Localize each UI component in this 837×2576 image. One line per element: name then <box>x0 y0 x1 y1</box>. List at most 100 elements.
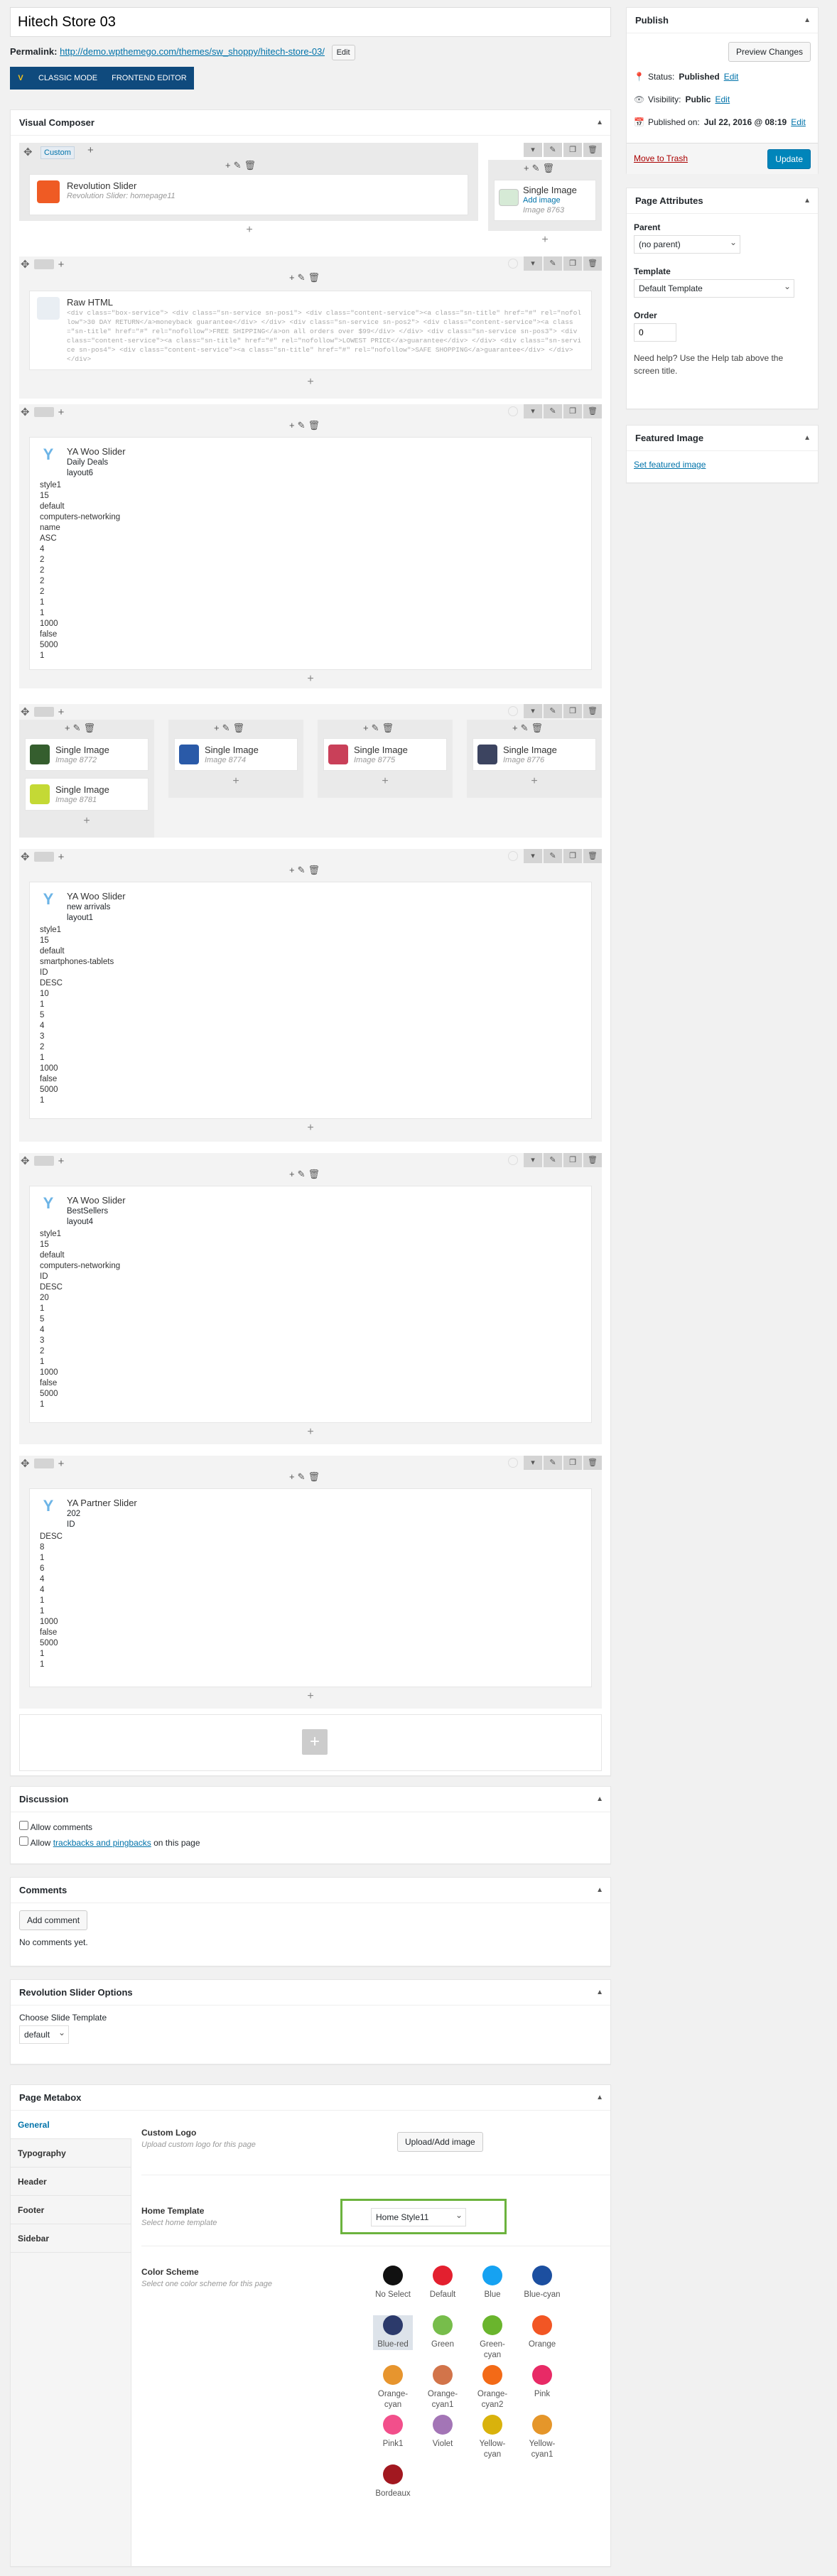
publish-header[interactable]: Publish ▲ <box>627 8 818 33</box>
add-image-link[interactable]: Add image <box>523 196 561 205</box>
add-column-icon[interactable]: + <box>58 851 65 863</box>
upload-image-button[interactable]: Upload/Add image <box>397 2132 483 2152</box>
color-option[interactable]: Orange-cyan1 <box>423 2365 463 2410</box>
slide-template-select[interactable]: default <box>19 2024 69 2044</box>
collapse-icon[interactable]: ▲ <box>596 1980 603 2006</box>
column-controls[interactable]: +✎🗑 <box>289 1471 323 1483</box>
parent-select[interactable]: (no parent) <box>634 234 740 254</box>
single-image-element[interactable]: Single Image Image 8781 <box>25 778 148 811</box>
add-element-icon[interactable]: + <box>305 1690 316 1703</box>
classic-mode-button[interactable]: CLASSIC MODE <box>31 67 105 90</box>
tab-header[interactable]: Header <box>11 2168 131 2196</box>
collapse-icon[interactable]: ▲ <box>596 110 603 136</box>
clone-row-icon[interactable]: ❐ <box>563 1456 582 1470</box>
ya-woo-slider-element[interactable]: Y YA Woo Slider new arrivals layout1 sty… <box>29 882 592 1119</box>
collapse-icon[interactable]: ▲ <box>596 2085 603 2111</box>
color-option[interactable]: Orange-cyan2 <box>472 2365 512 2410</box>
metabox-header[interactable]: Page Metabox ▲ <box>11 2085 610 2111</box>
move-icon[interactable]: ✥ <box>21 1154 30 1167</box>
single-image-element[interactable]: Single Image Image 8774 <box>174 738 298 771</box>
row-layout-icon[interactable] <box>33 259 54 269</box>
column-controls[interactable]: +✎🗑 <box>363 723 396 734</box>
row-toggle[interactable] <box>508 851 518 861</box>
tab-typography[interactable]: Typography <box>11 2139 131 2168</box>
clone-row-icon[interactable]: ❐ <box>563 849 582 863</box>
edit-row-icon[interactable]: ✎ <box>544 704 562 718</box>
edit-row-icon[interactable]: ✎ <box>544 1456 562 1470</box>
color-option[interactable]: Orange <box>522 2315 562 2350</box>
template-select[interactable]: Default Template <box>634 278 794 298</box>
column-controls[interactable]: +✎🗑 <box>289 865 323 876</box>
delete-row-icon[interactable]: 🗑 <box>583 404 602 418</box>
row-toggle[interactable] <box>508 1155 518 1165</box>
add-element-icon[interactable]: + <box>305 1122 316 1135</box>
add-element-icon[interactable]: + <box>244 224 255 237</box>
row-layout-icon[interactable] <box>33 1156 54 1166</box>
delete-row-icon[interactable]: 🗑 <box>583 704 602 718</box>
ya-partner-slider-element[interactable]: Y YA Partner Slider 202 ID DESC 8 1 6 4 4 1 1 10… <box>29 1488 592 1687</box>
color-option[interactable]: Green-cyan <box>472 2315 512 2361</box>
row-dropdown-icon[interactable]: ▾ <box>524 704 542 718</box>
clone-row-icon[interactable]: ❐ <box>563 704 582 718</box>
delete-row-icon[interactable]: 🗑 <box>583 256 602 271</box>
discussion-header[interactable]: Discussion ▲ <box>11 1787 610 1812</box>
clone-row-icon[interactable]: ❐ <box>563 1153 582 1167</box>
row-layout-icon[interactable] <box>33 407 54 417</box>
status-edit-link[interactable]: Edit <box>724 72 739 82</box>
tab-general[interactable]: General <box>11 2111 131 2139</box>
color-option[interactable]: Green <box>423 2315 463 2350</box>
edit-row-icon[interactable]: ✎ <box>544 256 562 271</box>
visual-composer-header[interactable]: Visual Composer ▲ <box>11 110 610 136</box>
update-button[interactable]: Update <box>767 149 811 169</box>
single-image-element[interactable]: Single Image Image 8776 <box>472 738 596 771</box>
allow-pingbacks-checkbox[interactable] <box>19 1836 28 1846</box>
column-controls[interactable]: +✎🗑 <box>225 160 259 171</box>
add-element-icon[interactable]: + <box>539 234 551 247</box>
ya-woo-slider-element[interactable]: Y YA Woo Slider BestSellers layout4 styl… <box>29 1186 592 1423</box>
permalink-link[interactable]: http://demo.wpthemego.com/themes/sw_shop… <box>60 46 325 57</box>
row-toggle[interactable] <box>508 259 518 269</box>
row-dropdown-icon[interactable]: ▾ <box>524 1153 542 1167</box>
delete-row-icon[interactable]: 🗑 <box>583 143 602 157</box>
color-option[interactable]: Yellow-cyan1 <box>522 2415 562 2460</box>
add-element-icon[interactable]: + <box>81 815 92 828</box>
row-layout-icon[interactable] <box>33 707 54 717</box>
revolution-slider-element[interactable]: Revolution Slider Revolution Slider: hom… <box>29 174 468 215</box>
clone-row-icon[interactable]: ❐ <box>563 404 582 418</box>
delete-row-icon[interactable]: 🗑 <box>583 849 602 863</box>
color-option[interactable]: Default <box>423 2266 463 2300</box>
add-column-icon[interactable]: + <box>58 259 65 271</box>
frontend-editor-button[interactable]: FRONTEND EDITOR <box>104 67 194 90</box>
raw-html-element[interactable]: Raw HTML <div class="box-service"> <div … <box>29 291 592 370</box>
collapse-icon[interactable]: ▲ <box>804 8 811 33</box>
row-dropdown-icon[interactable]: ▾ <box>524 404 542 418</box>
add-element-icon[interactable]: + <box>529 775 540 788</box>
order-input[interactable] <box>634 323 676 342</box>
published-edit-link[interactable]: Edit <box>791 117 806 127</box>
color-option[interactable]: Violet <box>423 2415 463 2450</box>
add-column-icon[interactable]: + <box>58 1155 65 1167</box>
edit-row-icon[interactable]: ✎ <box>544 143 562 157</box>
row-dropdown-icon[interactable]: ▾ <box>524 1456 542 1470</box>
add-column-icon[interactable]: + <box>58 1458 65 1470</box>
add-row-area[interactable]: + <box>19 1714 602 1771</box>
add-element-icon[interactable]: + <box>230 775 242 788</box>
clone-row-icon[interactable]: ❐ <box>563 256 582 271</box>
color-option[interactable]: Orange-cyan <box>373 2365 413 2410</box>
add-element-icon[interactable]: + <box>305 673 316 686</box>
row-dropdown-icon[interactable]: ▾ <box>524 849 542 863</box>
set-featured-image-link[interactable]: Set featured image <box>627 451 818 478</box>
color-option[interactable]: No Select <box>373 2266 413 2300</box>
row-layout-icon[interactable]: ▾ <box>524 143 542 157</box>
color-option[interactable]: Pink1 <box>373 2415 413 2450</box>
delete-row-icon[interactable]: 🗑 <box>583 1456 602 1470</box>
move-to-trash-link[interactable]: Move to Trash <box>634 153 688 163</box>
featured-image-header[interactable]: Featured Image ▲ <box>627 426 818 451</box>
single-image-element[interactable]: Single Image Add image Image 8763 <box>494 180 596 221</box>
add-element-icon[interactable]: + <box>305 1426 316 1439</box>
preview-changes-button[interactable]: Preview Changes <box>728 42 811 62</box>
add-column-icon[interactable]: + <box>87 144 94 156</box>
add-comment-button[interactable]: Add comment <box>19 1910 88 1930</box>
column-controls[interactable]: +✎🗑 <box>65 723 98 734</box>
color-option[interactable]: Blue <box>472 2266 512 2300</box>
